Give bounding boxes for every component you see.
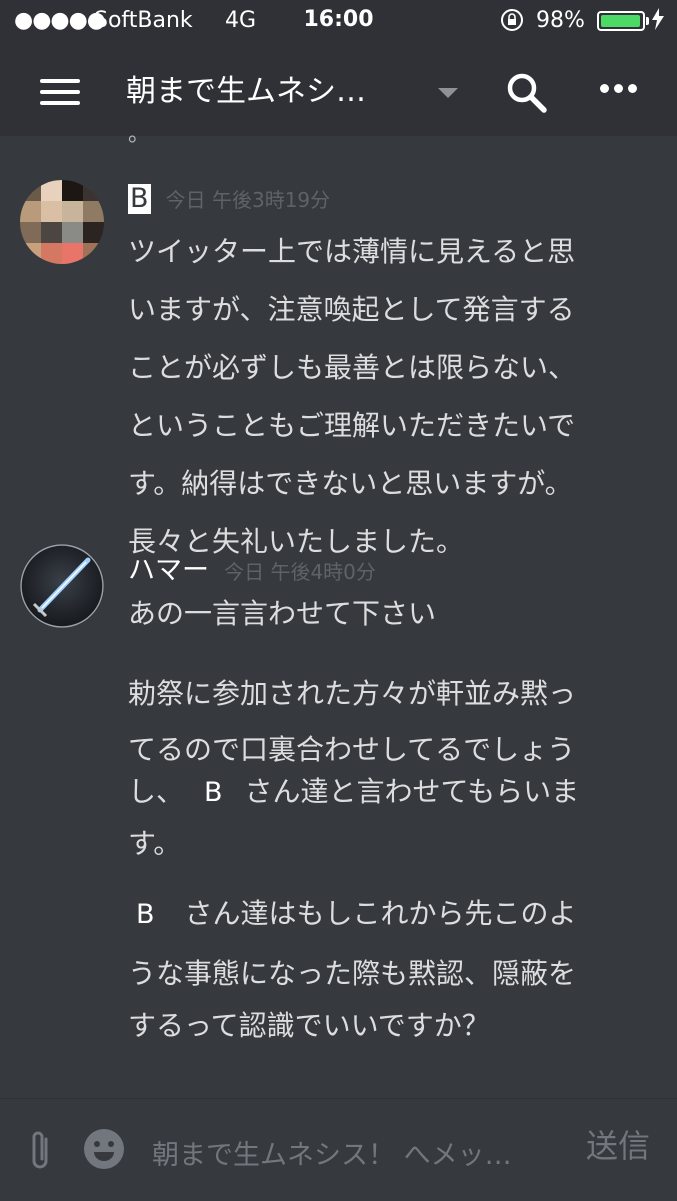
message-header: ハマー 今日 午後4時0分: [128, 548, 376, 587]
message-input-bar: 朝まで生ムネシス！ へメッ… 送信: [0, 1098, 677, 1201]
message-author[interactable]: ハマー: [128, 555, 209, 586]
search-icon[interactable]: [504, 70, 548, 114]
redacted-name: B: [136, 899, 155, 930]
message-text-line: うな事態になった際も黙認、隠蔽を: [128, 957, 577, 990]
message-text-line: し、 B さん達と言わせてもらいま: [128, 770, 579, 810]
rotation-lock-icon: [498, 6, 526, 40]
previous-message-fragment: 。: [128, 122, 151, 147]
hamburger-icon[interactable]: [40, 79, 80, 105]
message-text-line: ということもご理解いただきたいで: [128, 409, 576, 442]
message-text-line: ツイッター上では薄情に見えると思: [128, 235, 576, 268]
message-text-line: あの一言言わせて下さい: [128, 597, 437, 630]
channel-title[interactable]: 朝まで生ムネシ…: [126, 66, 366, 110]
status-bar: ●●●●● SoftBank 4G 16:00 98%: [0, 0, 677, 44]
message-input[interactable]: 朝まで生ムネシス！ へメッ…: [152, 1133, 512, 1172]
paperclip-icon[interactable]: [26, 1129, 56, 1171]
emoji-icon[interactable]: [82, 1127, 126, 1171]
battery-tip: [646, 17, 649, 25]
message-text-line: 勅祭に参加された方々が軒並み黙っ: [128, 677, 577, 710]
battery-icon: [597, 11, 645, 31]
caret-down-icon[interactable]: [438, 88, 458, 98]
message-timestamp: 今日 午後3時19分: [165, 188, 331, 212]
redacted-name: B: [204, 777, 223, 808]
send-button[interactable]: 送信: [586, 1121, 650, 1167]
bolt-icon: [652, 8, 664, 35]
message-text-line: す。納得はできないと思いますが。: [128, 467, 573, 500]
message-text-line: てるので口裏合わせしてるでしょう: [128, 733, 576, 766]
avatar[interactable]: [20, 180, 104, 264]
message-text-segment: さん達と言わせてもらいま: [244, 775, 580, 808]
message-text-segment: さん達はもしこれから先このよ: [184, 897, 577, 930]
message-text-line: B さん達はもしこれから先このよ: [128, 892, 577, 932]
message-text-segment: し、: [128, 775, 185, 808]
battery-percent: 98%: [536, 8, 585, 33]
message-text-line: するって認識でいいですか？: [128, 1009, 490, 1042]
message-timestamp: 今日 午後4時0分: [224, 560, 376, 584]
message-text-line: ことが必ずしも最善とは限らない、: [128, 351, 577, 384]
message-text-line: いますが、注意喚起として発言する: [128, 293, 575, 326]
more-icon[interactable]: [600, 84, 640, 96]
message-text-line: す。: [128, 827, 182, 860]
message-header: B 今日 午後3時19分: [128, 184, 330, 214]
channel-header: 朝まで生ムネシ…: [0, 44, 677, 136]
redacted-author-name[interactable]: B: [128, 184, 151, 214]
avatar[interactable]: [20, 544, 104, 628]
